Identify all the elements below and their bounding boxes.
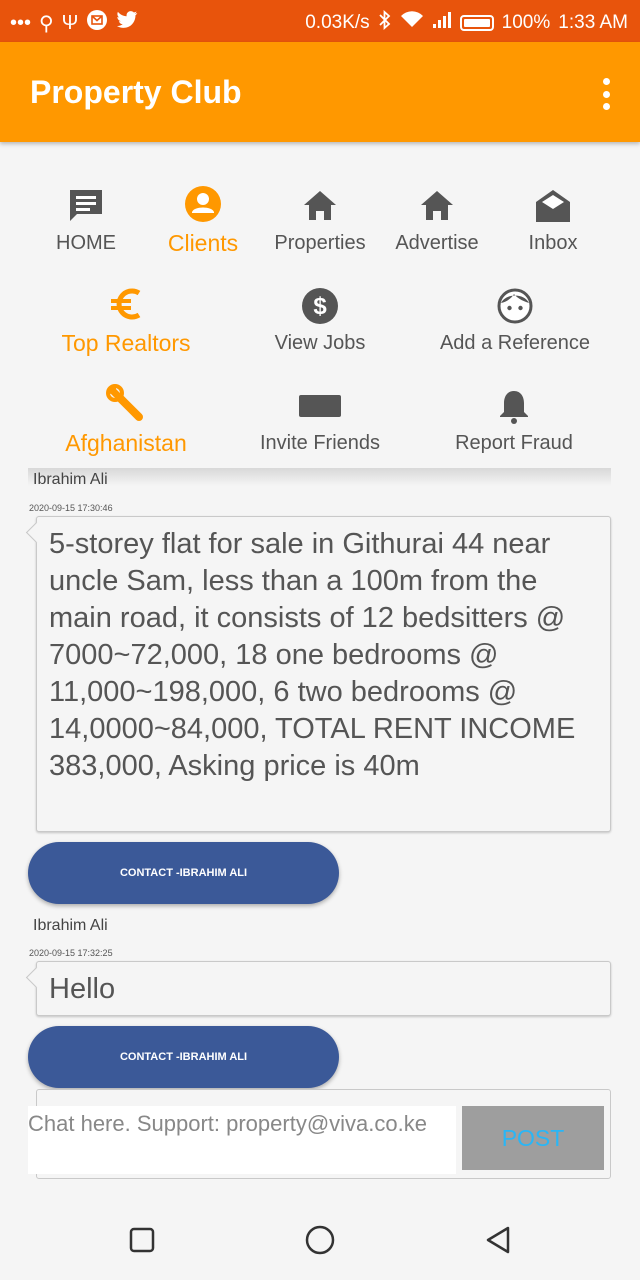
battery-icon — [459, 15, 494, 31]
recents-icon[interactable] — [122, 1220, 162, 1260]
signal-icon — [432, 11, 452, 35]
nav-inbox[interactable]: Inbox — [503, 186, 603, 255]
nav-view-jobs-label: View Jobs — [274, 332, 366, 354]
app-title: Property Club — [30, 74, 242, 110]
system-nav-bar — [0, 1200, 640, 1280]
open-envelope-icon — [503, 186, 603, 226]
contact-button[interactable]: CONTACT -IBRAHIM ALI — [28, 842, 339, 904]
app-bar: Property Club — [0, 42, 640, 142]
message-bubble: Hello — [36, 961, 611, 1016]
nav-properties-label: Properties — [274, 232, 366, 254]
usb-icon: ⚲ — [39, 12, 54, 35]
post-author: Ibrahim Ali — [33, 471, 108, 488]
contact-button[interactable]: CONTACT -IBRAHIM ALI — [28, 1026, 339, 1088]
network-speed: 0.03K/s — [305, 12, 370, 33]
nav-home[interactable]: HOME — [36, 186, 136, 255]
status-bar: ••• ⚲ Ψ 0.03K/s 100% 1:33 AM — [0, 0, 640, 42]
dollar-circle-icon: $ — [245, 286, 395, 326]
svg-text:$: $ — [313, 293, 327, 320]
house-icon — [382, 186, 492, 226]
chat-input[interactable]: Chat here. Support: property@viva.co.ke — [28, 1106, 456, 1174]
overflow-menu-icon[interactable] — [600, 78, 612, 110]
nav-top-realtors-label: Top Realtors — [61, 330, 191, 356]
nav-view-jobs[interactable]: $ View Jobs — [245, 286, 395, 355]
back-icon[interactable] — [478, 1220, 518, 1260]
nav-clients[interactable]: Clients — [148, 184, 258, 257]
nav-invite-friends-label: Invite Friends — [259, 432, 381, 454]
nav-country-label: Afghanistan — [65, 430, 187, 456]
usb-icon: Ψ — [61, 11, 79, 34]
house-icon — [265, 186, 375, 226]
more-icon: ••• — [10, 11, 32, 34]
post-button[interactable]: POST — [462, 1106, 604, 1170]
nav-invite-friends[interactable]: Invite Friends — [245, 386, 395, 455]
nav-advertise-label: Advertise — [395, 232, 479, 254]
account-circle-icon — [148, 184, 258, 224]
face-icon — [425, 286, 605, 326]
nav-report-fraud-label: Report Fraud — [455, 432, 573, 454]
message-text: 5-storey flat for sale in Githurai 44 ne… — [49, 528, 576, 782]
nav-add-reference-label: Add a Reference — [439, 332, 591, 354]
bell-icon — [438, 386, 590, 426]
message-bubble: 5-storey flat for sale in Githurai 44 ne… — [36, 516, 611, 832]
nav-inbox-label: Inbox — [528, 232, 578, 254]
section-divider — [28, 468, 611, 486]
post-timestamp: 2020-09-15 17:32:25 — [29, 948, 113, 958]
nav-advertise[interactable]: Advertise — [382, 186, 492, 255]
twitter-icon — [116, 10, 138, 36]
post-author: Ibrahim Ali — [33, 917, 108, 934]
chat-icon — [36, 186, 136, 226]
status-right: 0.03K/s 100% 1:33 AM — [305, 9, 628, 36]
euro-icon — [46, 284, 206, 324]
nav-add-reference[interactable]: Add a Reference — [425, 286, 605, 355]
nav-country[interactable]: Afghanistan — [46, 384, 206, 457]
message-text: Hello — [49, 973, 116, 1005]
nav-home-label: HOME — [56, 232, 116, 254]
nav-clients-label: Clients — [167, 230, 239, 256]
clock: 1:33 AM — [558, 12, 628, 33]
nav-report-fraud[interactable]: Report Fraud — [438, 386, 590, 455]
status-left-icons: ••• ⚲ Ψ — [10, 9, 138, 37]
home-circle-icon[interactable] — [300, 1220, 340, 1260]
bluetooth-icon — [378, 9, 392, 36]
wifi-icon — [400, 11, 424, 35]
nav-properties[interactable]: Properties — [265, 186, 375, 255]
nav-top-realtors[interactable]: Top Realtors — [46, 284, 206, 357]
mail-icon — [86, 9, 108, 37]
keyboard-icon — [245, 386, 395, 426]
wrench-icon — [46, 384, 206, 424]
post-timestamp: 2020-09-15 17:30:46 — [29, 503, 113, 513]
battery-level: 100% — [501, 12, 551, 33]
